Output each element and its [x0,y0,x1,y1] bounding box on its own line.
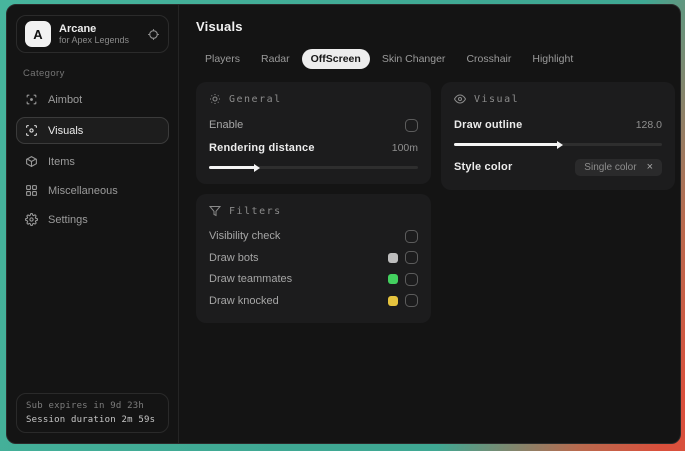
eye-icon [454,93,466,105]
draw-bots-color-swatch[interactable] [388,252,398,263]
draw-teammates-checkbox[interactable] [405,272,418,286]
filters-panel: Filters Visibility check Draw bots Draw … [196,194,431,323]
enable-row: Enable [209,114,418,136]
tab-players[interactable]: Players [196,49,249,69]
brand-card: A Arcane for Apex Legends [16,15,169,53]
sidebar-item-aimbot[interactable]: Aimbot [16,88,169,111]
draw-knocked-checkbox[interactable] [405,294,418,308]
panel-title: Filters [229,205,282,217]
panel-title: General [229,93,282,105]
draw-bots-checkbox[interactable] [405,251,418,265]
style-color-select[interactable]: Single color × [575,158,662,176]
tab-crosshair[interactable]: Crosshair [457,49,520,69]
sidebar-item-items[interactable]: Items [16,150,169,173]
sidebar-nav: Aimbot Visuals Items Miscellaneous Setti… [16,88,169,231]
scan-eye-icon [25,124,38,137]
gear-icon [25,213,38,226]
general-panel: General Enable Rendering distance 100m [196,82,431,184]
style-color-label: Style color [454,161,513,173]
tab-offscreen[interactable]: OffScreen [301,49,370,69]
rendering-distance-value: 100m [391,142,418,154]
visibility-check-checkbox[interactable] [405,229,418,243]
funnel-icon [209,205,221,217]
sun-icon [209,93,221,105]
tab-highlight[interactable]: Highlight [523,49,582,69]
style-color-value: Single color [584,161,637,173]
draw-bots-row: Draw bots [209,248,418,269]
subscription-info-card: Sub expires in 9d 23h Session duration 2… [16,393,169,433]
sidebar-item-label: Items [48,155,75,168]
crosshair-icon [25,93,38,106]
visual-panel: Visual Draw outline 128.0 Style color Si… [441,82,675,190]
app-logo: A [25,21,51,47]
draw-teammates-row: Draw teammates [209,269,418,290]
tab-bar: Players Radar OffScreen Skin Changer Cro… [196,49,675,69]
session-duration-text: Session duration 2m 59s [26,415,156,425]
enable-label: Enable [209,119,244,131]
draw-outline-row: Draw outline 128.0 [454,114,662,136]
draw-outline-label: Draw outline [454,119,523,131]
visibility-check-row: Visibility check [209,226,418,247]
sidebar-item-visuals[interactable]: Visuals [16,117,169,144]
draw-teammates-color-swatch[interactable] [388,274,398,285]
page-title: Visuals [196,19,243,34]
sub-expires-text: Sub expires in 9d 23h [26,401,144,411]
box-icon [25,155,38,168]
desktop-background: A Arcane for Apex Legends Category Aimbo… [0,0,685,451]
sidebar-item-label: Aimbot [48,93,83,106]
style-color-row: Style color Single color × [454,156,662,178]
draw-knocked-color-swatch[interactable] [388,295,398,306]
panels-area: General Enable Rendering distance 100m F… [196,82,675,323]
grid-icon [25,184,38,197]
target-icon[interactable] [147,28,160,41]
rendering-distance-label: Rendering distance [209,142,315,154]
tab-skin-changer[interactable]: Skin Changer [373,49,455,69]
app-subtitle: for Apex Legends [59,35,130,46]
draw-outline-value: 128.0 [635,119,662,131]
app-name: Arcane [59,22,97,35]
enable-checkbox[interactable] [405,118,418,132]
category-label: Category [23,68,65,79]
draw-outline-slider[interactable] [454,140,662,149]
rendering-distance-slider[interactable] [209,163,418,172]
clear-icon[interactable]: × [647,161,653,173]
panel-title: Visual [474,93,520,105]
rendering-distance-row: Rendering distance 100m [209,137,418,159]
main-content: Visuals Players Radar OffScreen Skin Cha… [179,5,680,443]
sidebar: A Arcane for Apex Legends Category Aimbo… [7,5,179,443]
slider-fill [454,143,558,146]
sidebar-item-settings[interactable]: Settings [16,208,169,231]
sidebar-item-miscellaneous[interactable]: Miscellaneous [16,179,169,202]
draw-knocked-row: Draw knocked [209,291,418,312]
sidebar-item-label: Visuals [48,124,84,137]
tab-radar[interactable]: Radar [252,49,299,69]
sidebar-item-label: Settings [48,213,88,226]
app-window: A Arcane for Apex Legends Category Aimbo… [6,4,681,444]
slider-fill [209,166,255,169]
sidebar-item-label: Miscellaneous [48,184,118,197]
